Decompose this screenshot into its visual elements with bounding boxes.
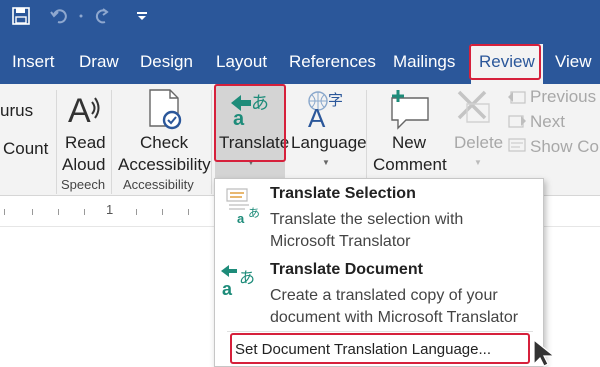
tab-design[interactable]: Design: [140, 40, 193, 84]
language-dropdown-icon[interactable]: ▼: [322, 158, 330, 167]
ruler-tick: [58, 209, 59, 215]
translate-dropdown-icon[interactable]: ▼: [247, 158, 255, 167]
translate-menu: aあ Translate Selection Translate the sel…: [214, 178, 544, 367]
tab-mailings[interactable]: Mailings: [393, 40, 455, 84]
tab-layout[interactable]: Layout: [216, 40, 267, 84]
next-comment-icon[interactable]: [507, 112, 527, 135]
speech-group-label: Speech: [61, 177, 106, 192]
svg-text:あ: あ: [251, 93, 269, 114]
tab-review[interactable]: Review: [471, 44, 543, 84]
svg-text:あ: あ: [239, 268, 255, 287]
translate-icon: aあ: [229, 89, 271, 132]
undo-dropdown-icon[interactable]: [76, 0, 86, 32]
translate-selection-item[interactable]: aあ Translate Selection Translate the sel…: [215, 179, 543, 255]
svg-text:あ: あ: [248, 206, 260, 220]
delete-dropdown-icon[interactable]: ▼: [474, 158, 482, 167]
tab-references[interactable]: References: [289, 40, 376, 84]
mouse-pointer-icon: [532, 338, 558, 367]
new-comment-label-2: Comment: [373, 155, 447, 174]
ribbon-tabs: Insert Draw Design Layout References Mai…: [0, 40, 600, 84]
translate-document-desc-1: Create a translated copy of your: [270, 287, 498, 304]
translate-selection-desc-1: Translate the selection with: [270, 211, 464, 228]
menu-divider: [227, 331, 533, 332]
svg-text:a: a: [233, 108, 245, 127]
svg-text:字: 字: [328, 91, 343, 109]
read-aloud-icon[interactable]: A: [66, 90, 102, 135]
delete-label: Delete: [454, 133, 504, 152]
show-comments-icon[interactable]: [507, 136, 527, 159]
group-divider: [56, 90, 57, 194]
translate-selection-title: Translate Selection: [270, 185, 416, 202]
translate-selection-icon: aあ: [225, 185, 265, 234]
translate-document-desc-2: document with Microsoft Translator: [270, 309, 519, 326]
ruler-tick: [32, 209, 33, 215]
tab-draw[interactable]: Draw: [79, 40, 119, 84]
language-icon[interactable]: 字A: [304, 89, 348, 134]
accessibility-group-label: Accessibility: [123, 177, 194, 192]
ruler-tick: [136, 209, 137, 215]
translate-document-item[interactable]: aあ Translate Document Create a translate…: [215, 257, 543, 329]
read-aloud-label-2: Aloud: [62, 155, 106, 174]
previous-comment-icon[interactable]: [507, 88, 527, 111]
translate-document-icon: aあ: [219, 261, 259, 306]
previous-comment-label[interactable]: Previous: [530, 86, 596, 108]
svg-text:A: A: [308, 103, 326, 129]
ruler-tick: [4, 209, 5, 215]
svg-text:A: A: [68, 92, 91, 130]
svg-text:a: a: [222, 279, 233, 299]
title-bar: [0, 0, 600, 40]
translate-label: Translate: [219, 133, 290, 152]
customize-icon[interactable]: [132, 0, 152, 32]
group-divider: [211, 90, 212, 194]
ruler-tick: [162, 209, 163, 215]
check-accessibility-label-2: Accessibility: [118, 155, 211, 174]
translate-document-title: Translate Document: [270, 261, 423, 278]
ruler-tick: [188, 209, 189, 215]
set-translation-language-item[interactable]: Set Document Translation Language...: [235, 341, 491, 358]
ruler-tick: [84, 209, 85, 215]
thesaurus-button-label[interactable]: urus: [0, 100, 33, 122]
group-divider: [111, 90, 112, 194]
translate-selection-desc-2: Microsoft Translator: [270, 233, 411, 250]
ruler-number: 1: [106, 202, 114, 217]
check-accessibility-icon[interactable]: [146, 88, 186, 135]
read-aloud-label-1: Read: [65, 133, 106, 152]
save-icon[interactable]: [8, 0, 34, 32]
tab-view[interactable]: View: [555, 40, 592, 84]
tab-insert[interactable]: Insert: [12, 40, 55, 84]
svg-text:a: a: [237, 211, 245, 226]
show-comments-label[interactable]: Show Con: [530, 136, 600, 158]
word-count-button-label[interactable]: Count: [3, 138, 48, 160]
next-comment-label[interactable]: Next: [530, 111, 565, 133]
delete-comment-icon[interactable]: [453, 88, 493, 131]
undo-icon[interactable]: [46, 0, 74, 32]
redo-icon[interactable]: [90, 0, 116, 32]
new-comment-label-1: New: [392, 133, 427, 152]
language-label: Language: [291, 133, 367, 152]
check-accessibility-label-1: Check: [140, 133, 189, 152]
new-comment-icon[interactable]: [388, 88, 432, 135]
